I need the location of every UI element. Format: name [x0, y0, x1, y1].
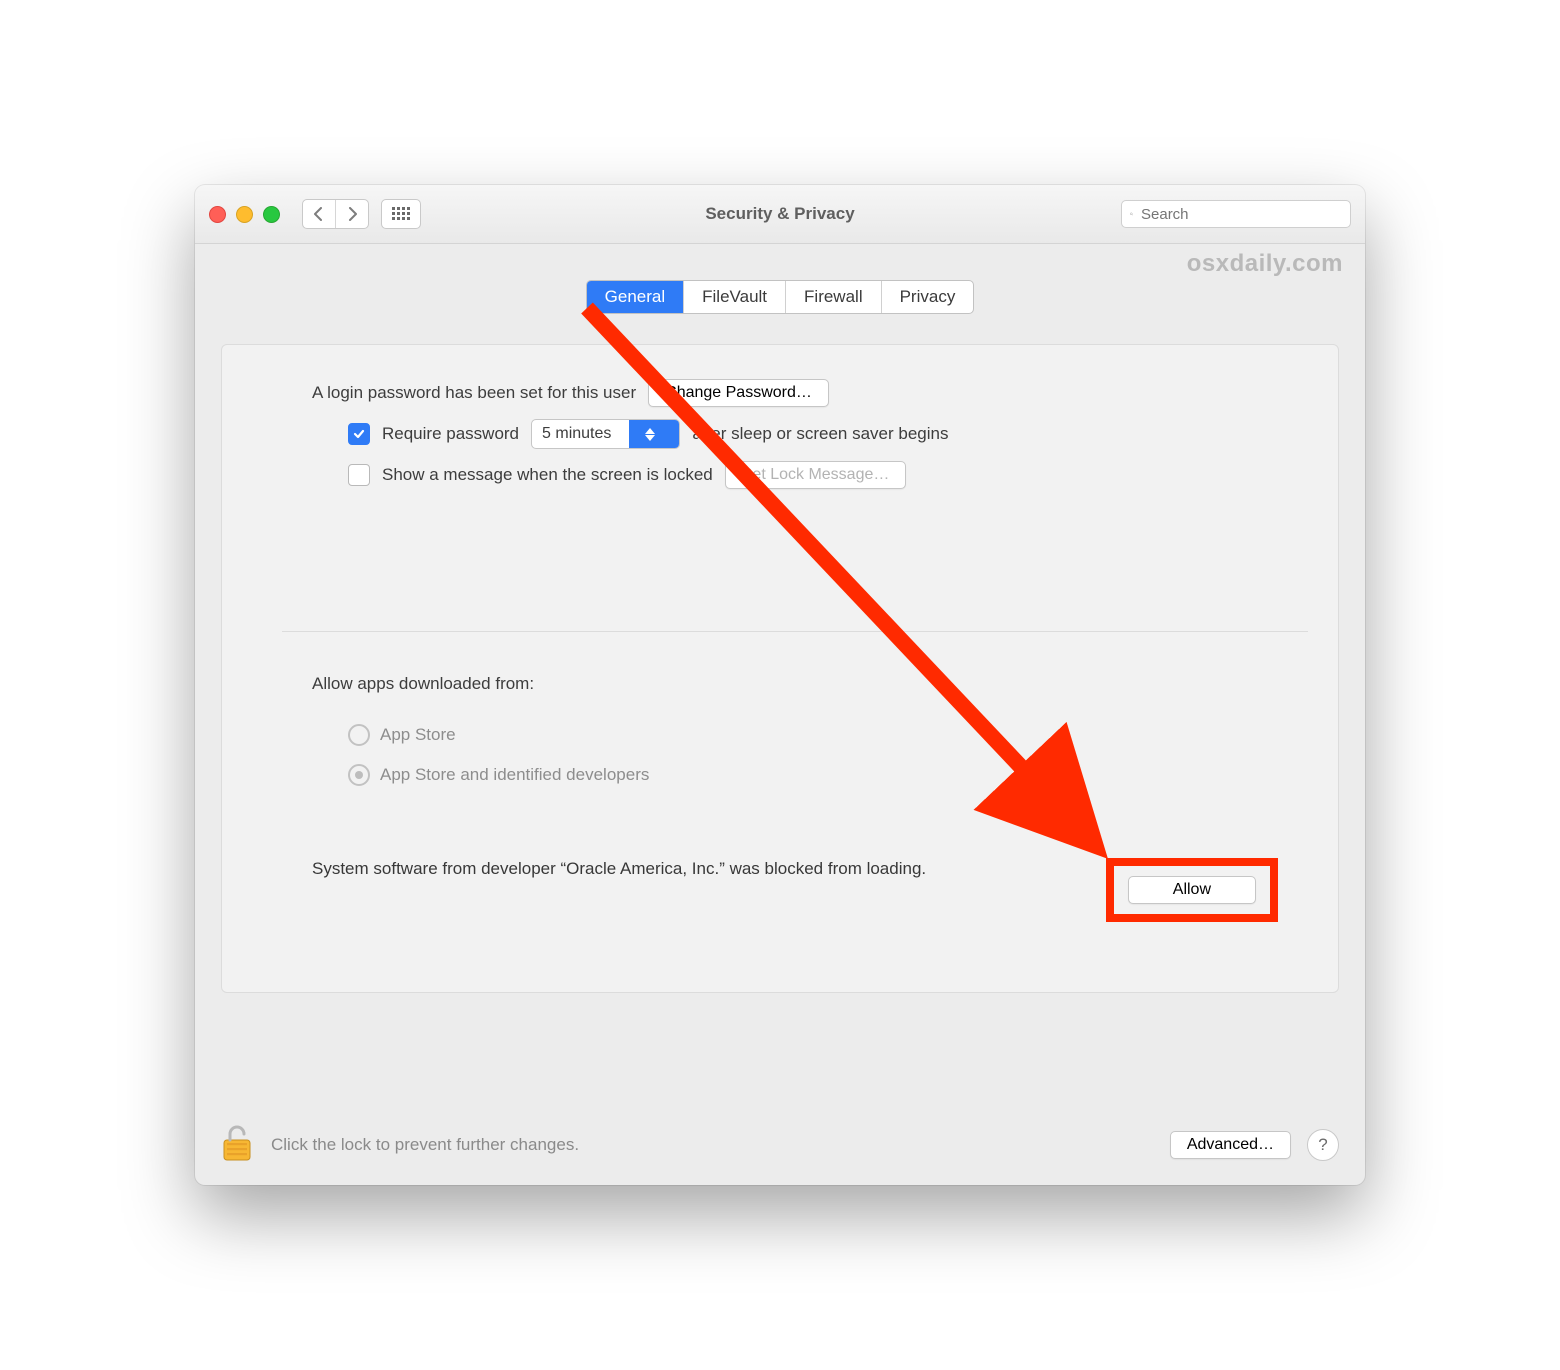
- show-lock-message-row: Show a message when the screen is locked…: [348, 461, 1278, 489]
- tab-privacy[interactable]: Privacy: [881, 281, 974, 313]
- show-lock-message-label: Show a message when the screen is locked: [382, 465, 713, 485]
- login-password-row: A login password has been set for this u…: [312, 379, 1278, 407]
- preferences-window: Security & Privacy osxdaily.com General …: [195, 185, 1365, 1185]
- grid-icon: [382, 200, 420, 228]
- stepper-icon: [629, 420, 679, 448]
- require-password-delay-select[interactable]: 5 minutes: [531, 419, 680, 449]
- radio-app-store-identified-label: App Store and identified developers: [380, 765, 649, 785]
- require-password-label: Require password: [382, 424, 519, 444]
- help-button[interactable]: ?: [1307, 1129, 1339, 1161]
- divider: [282, 631, 1308, 632]
- titlebar: Security & Privacy: [195, 185, 1365, 244]
- close-button[interactable]: [209, 206, 226, 223]
- zoom-button[interactable]: [263, 206, 280, 223]
- general-panel: A login password has been set for this u…: [221, 344, 1339, 993]
- show-all-button[interactable]: [381, 199, 421, 229]
- tab-general[interactable]: General: [587, 281, 683, 313]
- show-lock-message-checkbox[interactable]: [348, 464, 370, 486]
- forward-button[interactable]: [335, 200, 368, 228]
- back-button[interactable]: [303, 200, 335, 228]
- allow-apps-label: Allow apps downloaded from:: [312, 674, 1278, 694]
- change-password-button[interactable]: Change Password…: [648, 379, 829, 407]
- login-password-text: A login password has been set for this u…: [312, 383, 636, 403]
- tab-bar: General FileVault Firewall Privacy: [586, 280, 975, 314]
- set-lock-message-button: Set Lock Message…: [725, 461, 907, 489]
- blocked-kext-row: System software from developer “Oracle A…: [312, 858, 1278, 922]
- lock-note: Click the lock to prevent further change…: [271, 1135, 579, 1155]
- require-password-checkbox[interactable]: [348, 423, 370, 445]
- radio-app-store-identified[interactable]: App Store and identified developers: [348, 764, 1278, 786]
- search-field[interactable]: [1121, 200, 1351, 228]
- blocked-kext-text: System software from developer “Oracle A…: [312, 858, 926, 881]
- delay-value: 5 minutes: [532, 425, 629, 443]
- window-body: osxdaily.com General FileVault Firewall …: [195, 244, 1365, 1116]
- require-password-row: Require password 5 minutes after sleep o…: [348, 419, 1278, 449]
- footer: Click the lock to prevent further change…: [195, 1116, 1365, 1185]
- search-icon: [1130, 207, 1133, 221]
- tab-filevault[interactable]: FileVault: [683, 281, 785, 313]
- after-sleep-text: after sleep or screen saver begins: [692, 424, 948, 444]
- minimize-button[interactable]: [236, 206, 253, 223]
- radio-icon: [348, 724, 370, 746]
- radio-app-store[interactable]: App Store: [348, 724, 1278, 746]
- tab-firewall[interactable]: Firewall: [785, 281, 881, 313]
- advanced-button[interactable]: Advanced…: [1170, 1131, 1291, 1159]
- annotation-highlight: Allow: [1106, 858, 1278, 922]
- radio-icon: [348, 764, 370, 786]
- nav-back-forward: [302, 199, 369, 229]
- allow-button[interactable]: Allow: [1128, 876, 1256, 904]
- radio-app-store-label: App Store: [380, 725, 456, 745]
- lock-icon[interactable]: [221, 1122, 255, 1167]
- watermark: osxdaily.com: [1187, 250, 1343, 278]
- search-input[interactable]: [1139, 205, 1342, 224]
